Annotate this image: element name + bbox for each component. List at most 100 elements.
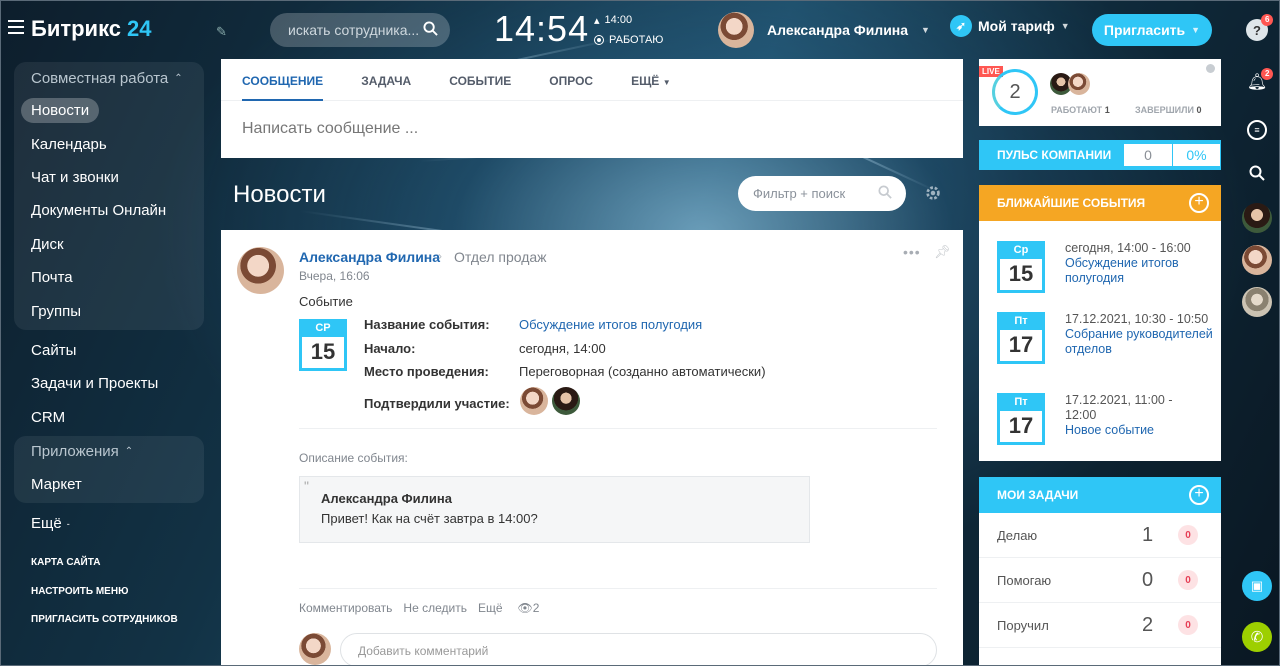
menu-item-tasks[interactable]: Задачи и Проекты	[14, 367, 204, 400]
attendee-avatar[interactable]	[520, 387, 548, 415]
menu-item-calendar[interactable]: Календарь	[14, 127, 204, 160]
notifications-button[interactable]: 🔔︎ 2	[1241, 66, 1274, 98]
comment-link[interactable]: Комментировать	[299, 601, 392, 615]
menu-item-label: Диск	[31, 235, 64, 253]
logo[interactable]: Битрикс 24	[31, 16, 152, 42]
company-pulse[interactable]: ПУЛЬС КОМПАНИИ 0 0%	[979, 140, 1221, 170]
pencil-icon[interactable]: ✎	[216, 24, 227, 40]
task-count: 2	[1142, 613, 1154, 636]
post-author[interactable]: Александра Филина	[299, 249, 440, 265]
description-quote: " Александра Филина Привет! Как на счёт …	[299, 476, 810, 543]
menu-item-news[interactable]: Новости	[14, 94, 204, 127]
comment-input[interactable]: Добавить комментарий	[340, 633, 937, 666]
task-row[interactable]: Поручил 2 0	[979, 603, 1221, 648]
field-label: Начало:	[364, 341, 416, 356]
menu-item-docs[interactable]: Документы Онлайн	[14, 194, 204, 227]
event-name-link[interactable]: Собрание руководителей отделов	[1065, 327, 1213, 357]
menu-item-market[interactable]: Маркет	[14, 468, 204, 501]
menu-item-disk[interactable]: Диск	[14, 228, 204, 261]
menu-item-groups[interactable]: Группы	[14, 294, 204, 327]
live-widget[interactable]: LIVE 2 РАБОТАЮТ 1 ЗАВЕРШИЛИ 0	[979, 59, 1221, 126]
post-department[interactable]: Отдел продаж	[454, 249, 547, 265]
post-actions: Комментировать Не следить Ещё 👁︎2	[299, 601, 539, 615]
user-avatar	[718, 12, 754, 48]
menu-section-apps[interactable]: Приложения ⌃	[14, 436, 204, 468]
unfollow-link[interactable]: Не следить	[403, 601, 467, 615]
finished-stat: ЗАВЕРШИЛИ 0	[1135, 105, 1201, 115]
composer-input[interactable]: Написать сообщение ...	[242, 120, 418, 138]
quote-text: Привет! Как на счёт завтра в 14:00?	[321, 511, 538, 526]
more-link[interactable]: Ещё	[478, 601, 503, 615]
calendar-day: 15	[1008, 261, 1034, 286]
right-bar: ? 6 🔔︎ 2 ≡ ▣ ✆	[1235, 0, 1280, 666]
calendar-weekday: Пт	[1000, 315, 1042, 330]
menu-item-label: Группы	[31, 302, 81, 320]
tab-more[interactable]: ЕЩЁ ▼	[631, 59, 671, 100]
chat-button[interactable]: ≡	[1241, 114, 1273, 146]
live-avatars	[1050, 73, 1090, 95]
work-time-widget[interactable]: ▴ 14:00 РАБОТАЮ	[594, 10, 663, 50]
pin-icon[interactable]: 📌︎	[934, 244, 951, 260]
event-name-link[interactable]: Новое событие	[1065, 423, 1207, 438]
feed-filter-input[interactable]: Фильтр + поиск	[738, 176, 906, 211]
search-button[interactable]	[1241, 157, 1273, 189]
menu-item-crm[interactable]: CRM	[14, 401, 204, 434]
event-when: 17.12.2021, 11:00 - 12:00	[1065, 393, 1173, 422]
pulse-value: 0	[1124, 144, 1172, 166]
tariff-button[interactable]: ➶ Мой тариф ▼	[950, 15, 1070, 37]
remote-button[interactable]: ▣	[1241, 570, 1273, 602]
task-row-label: Делаю	[997, 527, 1038, 543]
author-avatar[interactable]	[237, 247, 284, 294]
invite-button[interactable]: Пригласить ▼	[1092, 14, 1212, 46]
gear-icon[interactable]	[924, 184, 942, 202]
sitemap-link[interactable]: КАРТА САЙТА	[31, 549, 178, 578]
contact-avatar[interactable]	[1241, 244, 1273, 276]
menu-section-collab[interactable]: Совместная работа ⌃	[14, 62, 204, 94]
configure-menu-link[interactable]: НАСТРОИТЬ МЕНЮ	[31, 578, 178, 607]
events-title: БЛИЖАЙШИЕ СОБЫТИЯ	[997, 196, 1146, 210]
help-button[interactable]: ? 6	[1241, 14, 1274, 46]
event-name-link[interactable]: Обсуждение итогов полугодия	[519, 317, 702, 332]
tab-message[interactable]: СООБЩЕНИЕ	[242, 59, 324, 101]
menu-item-more[interactable]: Ещё -	[14, 507, 204, 540]
add-event-icon[interactable]: +	[1189, 193, 1209, 213]
calendar-icon: Пт 17	[997, 312, 1045, 364]
divider	[299, 428, 937, 429]
event-start: сегодня, 14:00	[519, 341, 606, 356]
search-icon	[1249, 165, 1265, 181]
menu-item-label: Задачи и Проекты	[31, 375, 159, 393]
tab-poll[interactable]: ОПРОС	[549, 59, 593, 100]
more-dots-icon[interactable]: •••	[903, 244, 921, 260]
field-label: Место проведения:	[364, 364, 489, 379]
menu-item-label: Ещё	[31, 515, 62, 533]
pulse-label: ПУЛЬС КОМПАНИИ	[997, 148, 1112, 162]
description-label: Описание события:	[299, 451, 408, 465]
contact-avatar[interactable]	[1241, 202, 1273, 234]
menu-item-chat[interactable]: Чат и звонки	[14, 161, 204, 194]
logo-number: 24	[127, 16, 152, 41]
task-row[interactable]: Помогаю 0 0	[979, 558, 1221, 603]
post-time[interactable]: Вчера, 16:06	[299, 269, 370, 283]
field-label: Подтвердили участие:	[364, 396, 510, 411]
quote-icon: "	[304, 478, 309, 494]
search-icon[interactable]	[423, 21, 438, 36]
menu-burger-icon[interactable]	[8, 20, 24, 34]
chevron-up-icon: ⌃	[174, 72, 183, 84]
menu-item-sites[interactable]: Сайты	[14, 334, 204, 367]
add-task-icon[interactable]: +	[1189, 485, 1209, 505]
bell-icon: ▴	[594, 14, 600, 27]
invite-employees-link[interactable]: ПРИГЛАСИТЬ СОТРУДНИКОВ	[31, 606, 178, 635]
tab-event[interactable]: СОБЫТИЕ	[449, 59, 511, 100]
expired-badge: 0	[1178, 525, 1198, 545]
event-name-link[interactable]: Обсуждение итогов полугодия	[1065, 256, 1207, 286]
user-menu[interactable]: Александра Филина ▼	[718, 12, 930, 48]
attendee-avatar[interactable]	[552, 387, 580, 415]
employee-search-input[interactable]: искать сотрудника...	[270, 13, 450, 47]
help-icon[interactable]	[1206, 64, 1215, 73]
contact-avatar[interactable]	[1241, 286, 1273, 318]
phone-icon: ✆	[1242, 622, 1272, 652]
task-row[interactable]: Делаю 1 0	[979, 513, 1221, 558]
tab-task[interactable]: ЗАДАЧА	[361, 59, 411, 100]
call-button[interactable]: ✆	[1241, 621, 1273, 653]
menu-item-mail[interactable]: Почта	[14, 261, 204, 294]
